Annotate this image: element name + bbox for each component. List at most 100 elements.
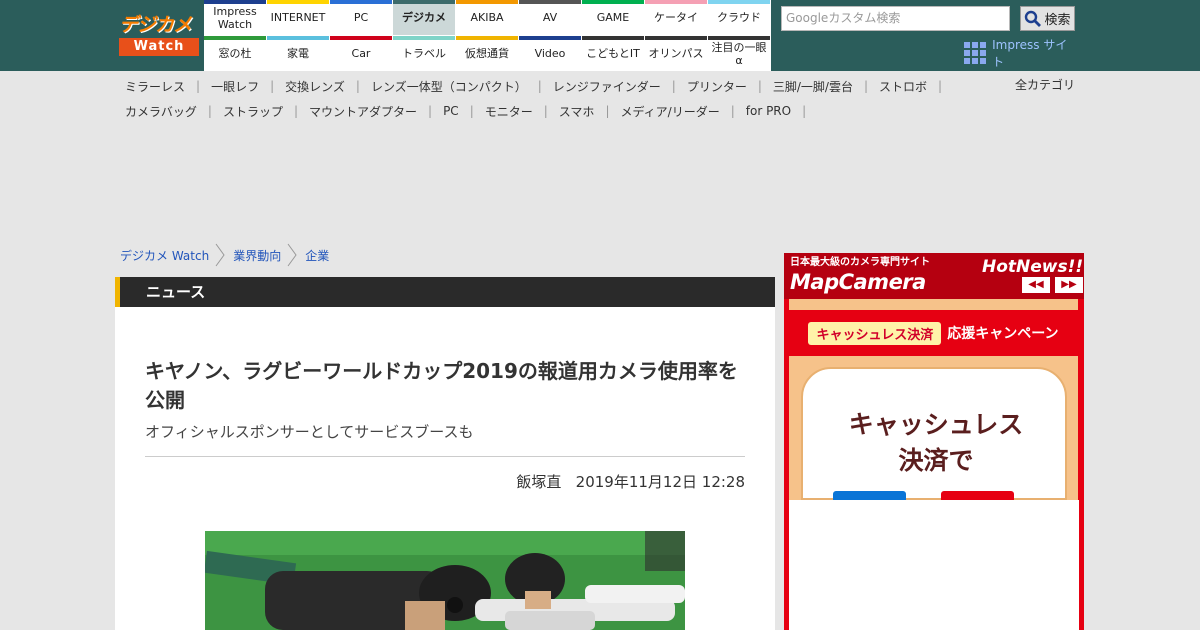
impress-sites-link[interactable]: Impress サイト xyxy=(964,38,1076,69)
nav-color-bar xyxy=(519,36,581,40)
article-subtitle: オフィシャルスポンサーとしてサービスブースも xyxy=(145,423,474,441)
category-link[interactable]: モニター xyxy=(485,103,533,120)
nav-color-bar xyxy=(708,36,770,40)
category-separator: | xyxy=(863,79,869,93)
nav-color-bar xyxy=(519,0,581,4)
nav-item[interactable]: ケータイ xyxy=(645,0,707,35)
nav-item[interactable]: PC xyxy=(330,0,392,35)
category-row-1: ミラーレス | 一眼レフ | 交換レンズ | レンズ一体型（コンパクト） | レンジファインダー… xyxy=(125,76,953,96)
nav-item[interactable]: 窓の杜 xyxy=(204,36,266,71)
category-separator: | xyxy=(428,104,433,118)
nav-item-label: オリンパス xyxy=(648,47,704,60)
ad-next-button[interactable]: ▶▶ xyxy=(1055,277,1083,293)
nav-item-label: 注目の一眼α xyxy=(711,40,767,67)
nav-item[interactable]: AV xyxy=(519,0,581,35)
nav-item-label: PC xyxy=(353,11,369,24)
search-button-label: 検索 xyxy=(1044,13,1071,28)
ad-card-line1: キャッシュレス xyxy=(848,410,1024,439)
category-separator: | xyxy=(293,104,298,118)
category-separator: | xyxy=(757,79,762,93)
ad-tagline: 日本最大級のカメラ専門サイト xyxy=(790,257,930,268)
nav-item-label: AKIBA xyxy=(470,11,504,24)
category-link[interactable]: スマホ xyxy=(559,103,595,120)
chevron-right-icon xyxy=(287,243,297,267)
nav-item[interactable]: Car xyxy=(330,36,392,71)
search-icon xyxy=(1025,10,1042,27)
article-photo[interactable] xyxy=(205,531,685,630)
category-link[interactable]: レンズ一体型（コンパクト） xyxy=(371,78,527,95)
ad-header: 日本最大級のカメラ専門サイト MapCamera HotNews!! ◀◀ ▶▶ xyxy=(784,253,1084,299)
publish-date: 2019年11月12日 12:28 xyxy=(575,473,745,491)
ad-body: キャッシュレス決済 応援キャンペーン キャッシュレス 決済で xyxy=(789,299,1078,503)
nav-item[interactable]: 家電 xyxy=(267,36,329,71)
nav-item[interactable]: こどもとIT xyxy=(582,36,644,71)
nav-item[interactable]: 仮想通貨 xyxy=(456,36,518,71)
nav-item[interactable]: AKIBA xyxy=(456,0,518,35)
breadcrumb-link[interactable]: 企業 xyxy=(305,247,329,264)
breadcrumb-link[interactable]: デジカメ Watch xyxy=(120,247,209,264)
ad-banner: キャッシュレス決済 応援キャンペーン xyxy=(789,310,1078,356)
nav-item-label: Car xyxy=(351,47,371,60)
nav-color-bar xyxy=(582,36,644,40)
ad-blank-area xyxy=(789,500,1079,630)
category-separator: | xyxy=(196,79,201,93)
category-link[interactable]: カメラバッグ xyxy=(125,103,197,120)
nav-item-label: ケータイ xyxy=(654,11,698,24)
search-input[interactable]: Googleカスタム検索 xyxy=(781,6,1010,31)
search-button[interactable]: 検索 xyxy=(1020,6,1075,31)
logo-badge: Watch xyxy=(119,38,199,56)
nav-color-bar xyxy=(267,36,329,40)
nav-item[interactable]: オリンパス xyxy=(645,36,707,71)
mapcamera-ad[interactable]: 日本最大級のカメラ専門サイト MapCamera HotNews!! ◀◀ ▶▶… xyxy=(784,253,1084,630)
nav-item[interactable]: GAME xyxy=(582,0,644,35)
nav-item-label: INTERNET xyxy=(270,11,326,24)
category-link[interactable]: ミラーレス xyxy=(125,78,185,95)
breadcrumb-link[interactable]: 業界動向 xyxy=(233,247,281,264)
section-label: ニュース xyxy=(146,283,206,301)
category-link[interactable]: メディア/リーダー xyxy=(620,103,719,120)
all-categories-link[interactable]: 全カテゴリ xyxy=(1015,75,1075,95)
category-separator: | xyxy=(543,104,548,118)
ad-prev-button[interactable]: ◀◀ xyxy=(1022,277,1050,293)
nav-item[interactable]: 注目の一眼α xyxy=(708,36,770,71)
nav-color-bar xyxy=(393,36,455,40)
category-separator: | xyxy=(207,104,212,118)
logo-wordmark: デジカメ xyxy=(119,14,192,36)
nav-item-label: AV xyxy=(542,11,558,24)
category-separator: | xyxy=(469,104,474,118)
category-link[interactable]: レンジファインダー xyxy=(553,78,661,95)
grid-icon xyxy=(964,41,986,65)
nav-item[interactable]: INTERNET xyxy=(267,0,329,35)
breadcrumb: デジカメ Watch 業界動向 企業 xyxy=(120,243,329,267)
nav-item[interactable]: Video xyxy=(519,36,581,71)
category-link[interactable]: for PRO xyxy=(746,104,791,118)
nav-item-label: Impress Watch xyxy=(213,4,257,31)
category-link[interactable]: ストロボ xyxy=(879,78,927,95)
category-link[interactable]: マウントアダプター xyxy=(309,103,417,120)
nav-item[interactable]: デジカメ xyxy=(393,0,455,35)
category-link[interactable]: ストラップ xyxy=(223,103,283,120)
category-link[interactable]: 三脚/一脚/雲台 xyxy=(773,78,853,95)
nav-color-bar xyxy=(267,0,329,4)
nav-item[interactable]: Impress Watch xyxy=(204,0,266,35)
ad-card: キャッシュレス 決済で xyxy=(801,367,1067,503)
section-header: ニュース xyxy=(115,277,775,307)
impress-sites-label: Impress サイト xyxy=(992,38,1068,69)
nav-item-label: 仮想通貨 xyxy=(465,47,509,60)
nav-item[interactable]: クラウド xyxy=(708,0,770,35)
site-logo[interactable]: デジカメ Watch xyxy=(119,14,199,56)
category-link[interactable]: 一眼レフ xyxy=(211,78,259,95)
nav-item[interactable]: トラベル xyxy=(393,36,455,71)
category-separator: | xyxy=(938,79,943,93)
category-link[interactable]: 交換レンズ xyxy=(285,78,345,95)
ad-pager: ◀◀ ▶▶ xyxy=(1022,277,1083,293)
category-link[interactable]: PC xyxy=(443,104,459,118)
ad-campaign: 応援キャンペーン xyxy=(947,326,1059,342)
article: ニュース キヤノン、ラグビーワールドカップ2019の報道用カメラ使用率を公開 オ… xyxy=(115,277,775,630)
title-divider xyxy=(145,456,745,457)
category-link[interactable]: プリンター xyxy=(687,78,747,95)
chevron-right-icon xyxy=(215,243,225,267)
site-header: デジカメ Watch Impress Watch INTERNET PC デジカメ AK… xyxy=(0,0,1200,71)
category-separator: | xyxy=(355,79,360,93)
nav-color-bar xyxy=(708,0,770,4)
